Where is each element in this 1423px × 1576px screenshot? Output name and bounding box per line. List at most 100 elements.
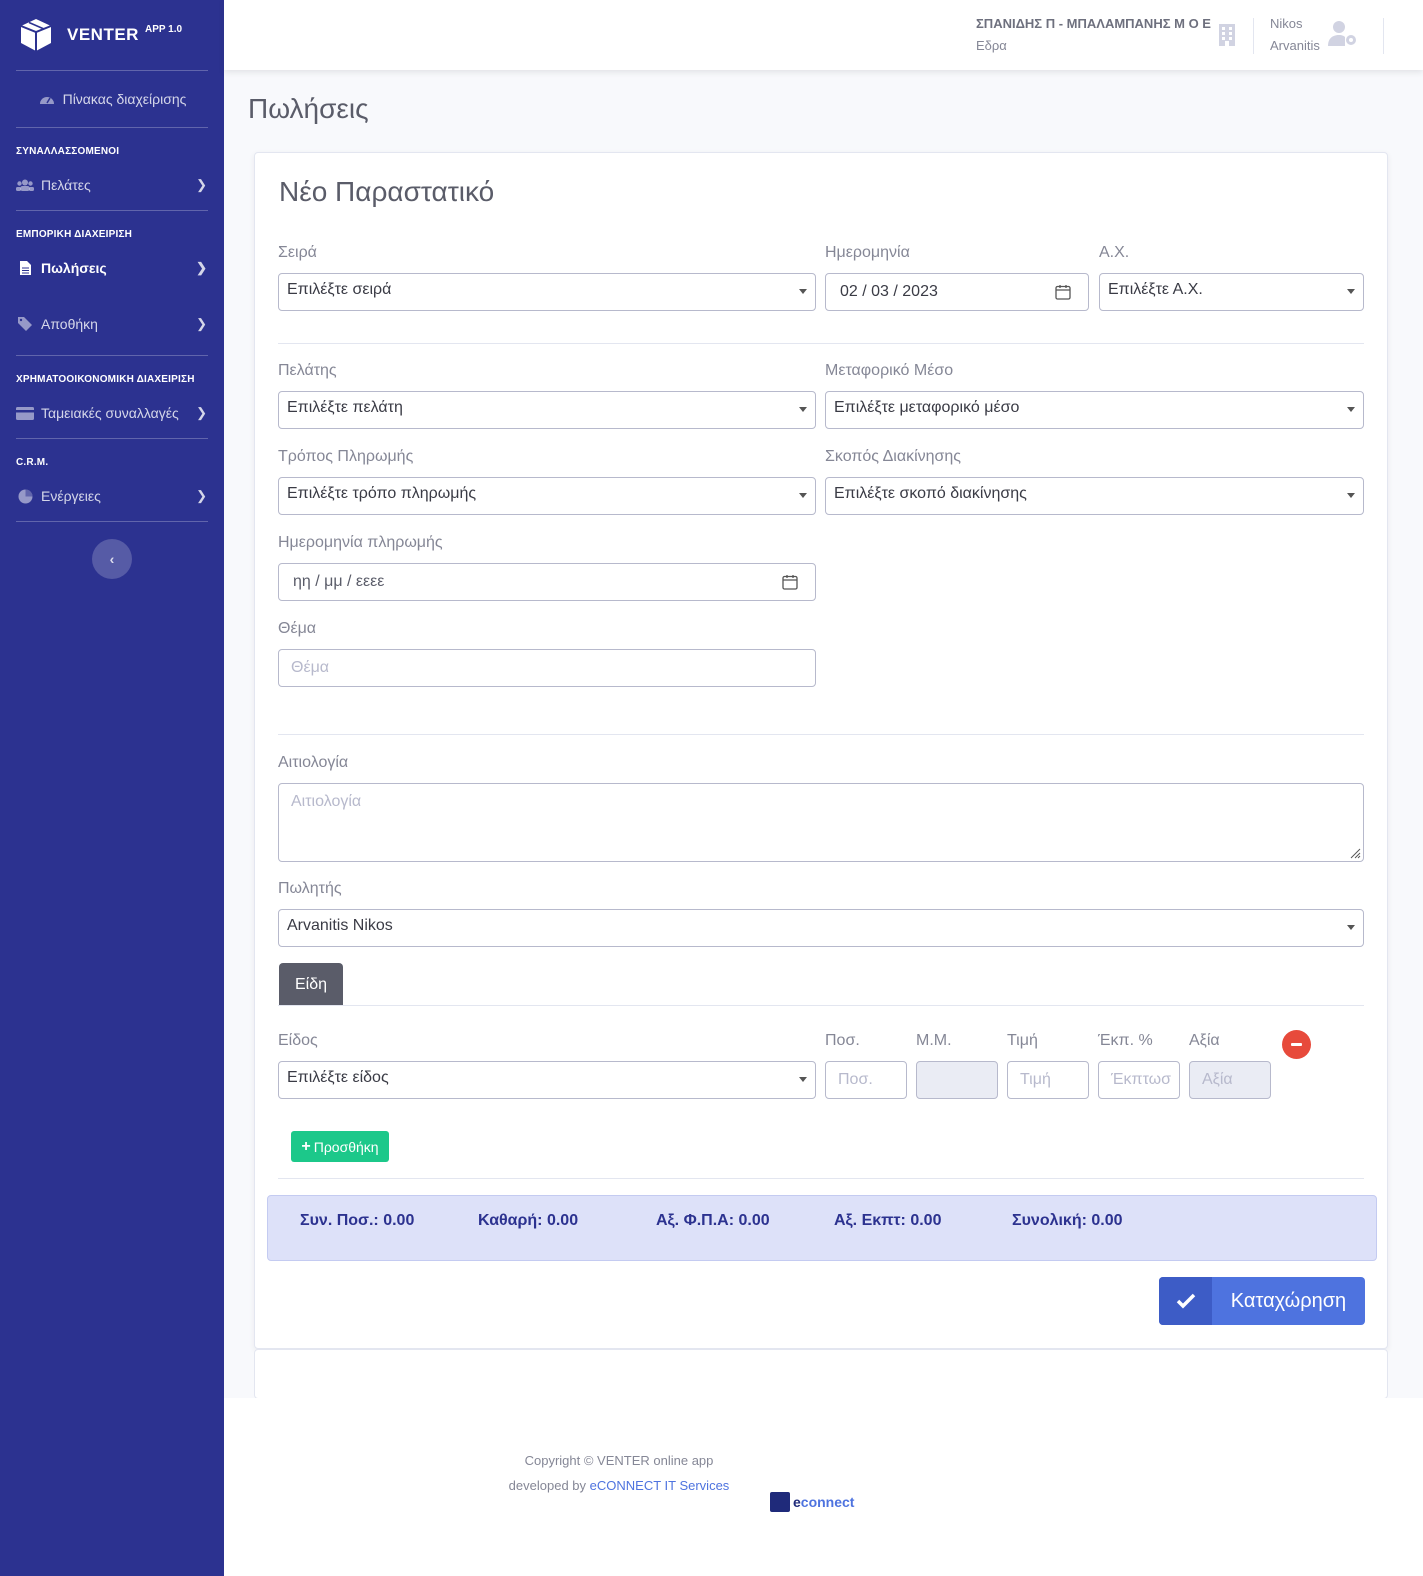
discount-label: Έκπ. % [1098,1032,1153,1049]
save-button[interactable]: Καταχώρηση [1159,1277,1365,1325]
total-quantity: Συν. Ποσ.: 0.00 [300,1212,415,1229]
date-label: Ημερομηνία [825,244,910,261]
section-divider [278,343,1364,344]
sidebar-toggle-button[interactable]: ‹ [92,539,132,579]
section-divider [278,734,1364,735]
chevron-right-icon: ❯ [196,405,207,420]
econnect-logo-text: econnect [793,1494,855,1510]
sidebar-heading: ΕΜΠΟΡΙΚΗ ΔΙΑΧΕΙΡΙΣΗ [16,229,133,240]
subject-label: Θέμα [278,620,317,637]
file-icon [16,261,34,275]
ax-select[interactable]: Επιλέξτε Α.Χ. [1099,273,1364,311]
user-info[interactable]: Nikos Arvanitis [1270,16,1320,53]
total-net: Καθαρή: 0.00 [478,1212,579,1229]
card-footer [254,1349,1388,1399]
sidebar-divider [16,355,208,356]
value-input[interactable]: Αξία [1189,1061,1271,1099]
unit-label: Μ.Μ. [916,1032,952,1049]
payment-method-select[interactable]: Επιλέξτε τρόπο πληρωμής [278,477,816,515]
calendar-icon[interactable] [1055,284,1071,300]
page-title: Πωλήσεις [248,93,369,124]
price-label: Τιμή [1007,1032,1038,1049]
subject-input[interactable]: Θέμα [278,649,816,687]
sidebar-item-label: Ταμειακές συναλλαγές [41,405,179,421]
reason-textarea[interactable]: Αιτιολογία [278,783,1364,862]
company-branch: Εδρα [976,38,1007,53]
sidebar-item-actions[interactable]: Ενέργειες ❯ [0,471,224,521]
brand[interactable]: VENTER APP 1.0 [0,0,224,70]
calendar-icon[interactable] [782,574,798,590]
company-name: ΣΠΑΝΙΔΗΣ Π - ΜΠΑΛΑΜΠΑΝΗΣ Μ Ο Ε [976,16,1211,31]
chevron-right-icon: ❯ [196,260,207,275]
credit-card-icon [16,406,34,420]
sidebar-item-dashboard[interactable]: Πίνακας διαχείρισης [0,71,224,127]
topbar: ΣΠΑΝΙΔΗΣ Π - ΜΠΑΛΑΜΠΑΝΗΣ Μ Ο Ε Εδρα Niko… [224,0,1423,70]
discount-input[interactable]: Έκπτωσ [1098,1061,1180,1099]
movement-purpose-select[interactable]: Επιλέξτε σκοπό διακίνησης [825,477,1364,515]
sidebar-item-cash-transactions[interactable]: Ταμειακές συναλλαγές ❯ [0,388,224,438]
payment-date-input[interactable]: ηη / μμ / εεεε [278,563,816,601]
resize-handle-icon[interactable] [1349,847,1361,859]
total-discount: Αξ. Εκπτ: 0.00 [834,1212,942,1229]
new-document-card: Νέο Παραστατικό Σειρά Επιλέξτε σειρά Ημε… [254,152,1388,1349]
econnect-logo: econnect [770,1492,854,1512]
quantity-input[interactable]: Ποσ. [825,1061,907,1099]
remove-row-button[interactable] [1282,1030,1311,1059]
user-last-name: Arvanitis [1270,38,1320,53]
minus-icon [1291,1043,1302,1046]
card-title: Νέο Παραστατικό [279,176,495,207]
sidebar-heading: C.R.M. [16,457,49,468]
sidebar-item-customers[interactable]: Πελάτες ❯ [0,160,224,210]
reason-placeholder: Αιτιολογία [291,793,362,810]
building-icon[interactable] [1219,24,1235,46]
check-icon [1159,1277,1212,1325]
payment-method-label: Τρόπος Πληρωμής [278,448,414,465]
item-label: Είδος [278,1032,318,1049]
sidebar-item-label: Ενέργειες [41,488,101,504]
chevron-right-icon: ❯ [196,177,207,192]
total-vat: Αξ. Φ.Π.Α: 0.00 [656,1212,770,1229]
item-select[interactable]: Επιλέξτε είδος [278,1061,816,1099]
tab-items[interactable]: Είδη [279,963,343,1006]
seller-label: Πωλητής [278,880,342,897]
developed-by-text: developed by [508,1478,587,1493]
tachometer-icon [38,92,56,106]
user-first-name: Nikos [1270,16,1303,31]
total-amount: Συνολική: 0.00 [1012,1212,1123,1229]
ax-label: Α.Χ. [1099,244,1130,261]
sidebar-item-label: Πίνακας διαχείρισης [62,91,187,107]
sidebar-heading: ΣΥΝΑΛΛΑΣΣΟΜΕΝΟΙ [16,146,120,157]
reason-label: Αιτιολογία [278,754,349,771]
plus-icon: + [301,1137,311,1155]
totals-bar: Συν. Ποσ.: 0.00 Καθαρή: 0.00 Αξ. Φ.Π.Α: … [267,1195,1377,1261]
chart-pie-icon [16,489,34,503]
footer: Copyright © VENTER online app developed … [224,1398,1423,1576]
sidebar-item-sales[interactable]: Πωλήσεις ❯ [0,243,224,293]
company-info[interactable]: ΣΠΑΝΙΔΗΣ Π - ΜΠΑΛΑΜΠΑΝΗΣ Μ Ο Ε Εδρα [976,16,1211,53]
topbar-divider [1383,18,1384,54]
customer-label: Πελάτης [278,362,337,379]
series-select[interactable]: Επιλέξτε σειρά [278,273,816,311]
price-input[interactable]: Τιμή [1007,1061,1089,1099]
tab-divider [278,1005,1364,1006]
movement-purpose-label: Σκοπός Διακίνησης [825,448,962,465]
sidebar-heading: ΧΡΗΜΑΤΟΟΙΚΟΝΟΜΙΚΗ ΔΙΑΧΕΙΡΙΣΗ [16,374,195,385]
customer-select[interactable]: Επιλέξτε πελάτη [278,391,816,429]
seller-select[interactable]: Arvanitis Nikos [278,909,1364,947]
sidebar-item-label: Πελάτες [41,177,91,193]
value-label: Αξία [1189,1032,1220,1049]
chevron-right-icon: ❯ [196,316,207,331]
developer-link[interactable]: eCONNECT IT Services [590,1478,730,1493]
sidebar-divider [16,127,208,128]
user-cog-icon[interactable] [1328,20,1358,48]
sidebar-item-label: Πωλήσεις [41,260,107,276]
date-input[interactable]: 02 / 03 / 2023 [825,273,1089,311]
topbar-divider [1253,18,1254,54]
unit-input[interactable] [916,1061,998,1099]
series-label: Σειρά [278,244,317,261]
sidebar-item-warehouse[interactable]: Αποθήκη ❯ [0,293,224,355]
transport-label: Μεταφορικό Μέσο [825,362,954,379]
transport-select[interactable]: Επιλέξτε μεταφορικό μέσο [825,391,1364,429]
chevron-right-icon: ❯ [196,488,207,503]
add-item-button[interactable]: + Προσθήκη [291,1131,389,1162]
